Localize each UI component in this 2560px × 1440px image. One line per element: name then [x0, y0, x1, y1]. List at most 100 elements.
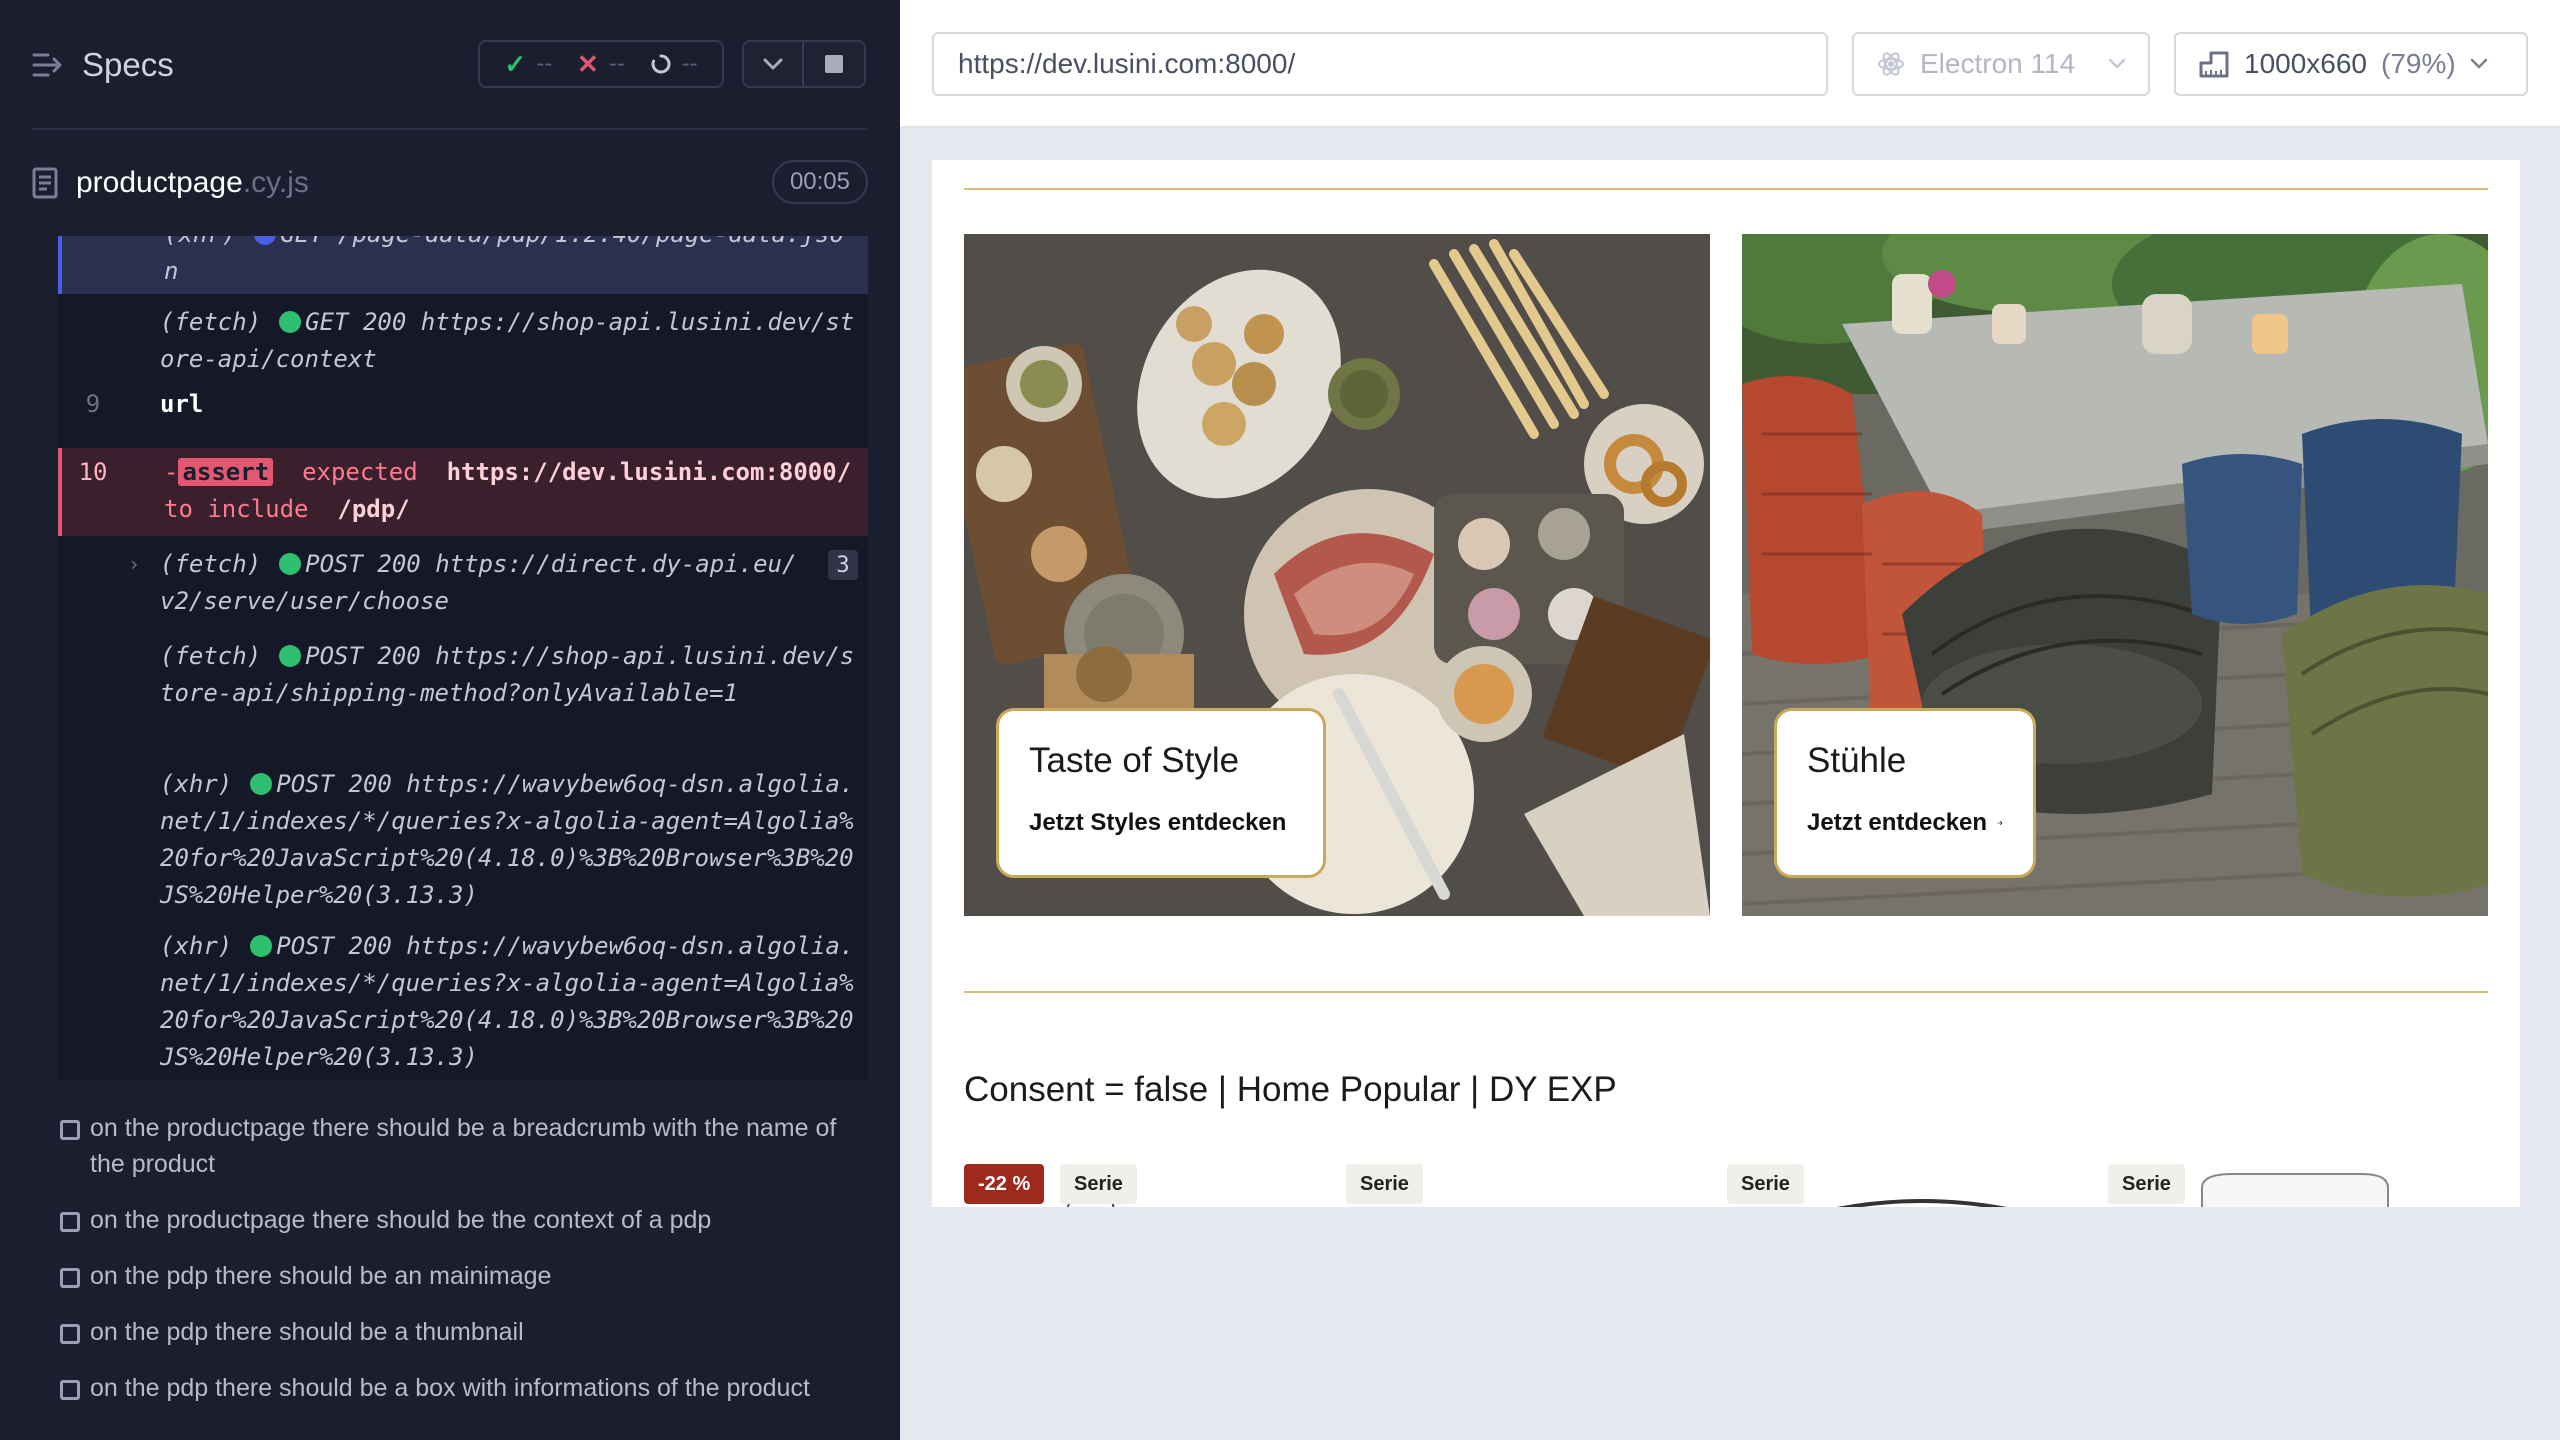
log-method: POST 200 — [305, 642, 421, 670]
command-log-entry[interactable]: (xhr)GET /page-data/pdp/1.2.40/page-data… — [58, 236, 868, 294]
command-name: url — [160, 390, 204, 418]
pending-tests-list: on the productpage there should be a bre… — [58, 1110, 868, 1426]
failed-stat: ✕ -- — [577, 49, 625, 80]
log-method: POST 200 — [305, 550, 421, 578]
assert-value: /pdp/ — [337, 495, 410, 523]
viewport-selector[interactable]: 1000x660 (79%) — [2174, 32, 2528, 96]
assert-url: https://dev.lusini.com:8000/ — [446, 458, 852, 486]
test-item[interactable]: on the pdp there should be an mainimage — [58, 1258, 868, 1294]
status-dot-icon — [254, 236, 277, 245]
section-heading: Consent = false | Home Popular | DY EXP — [964, 1070, 1617, 1109]
command-log-entry[interactable]: (fetch) POST 200 https://shop-api.lusini.… — [58, 638, 868, 758]
document-icon — [32, 167, 58, 199]
tile-cta-label: Jetzt entdecken — [1807, 809, 1988, 836]
browser-selector[interactable]: Electron 114 — [1852, 32, 2150, 96]
pending-stat: -- — [650, 50, 698, 78]
viewport-ruler-icon — [2199, 51, 2229, 78]
status-dot-icon — [250, 773, 273, 795]
log-method: POST 200 — [276, 770, 392, 798]
pending-test-icon — [60, 1268, 80, 1288]
x-icon: ✕ — [577, 48, 599, 79]
specs-header: Specs ✓ -- ✕ -- -- — [0, 0, 900, 130]
passed-count: -- — [536, 50, 553, 77]
tile-card[interactable]: Taste of Style Jetzt Styles entdecken — [996, 708, 1326, 878]
specs-list-icon — [32, 53, 62, 77]
tile-card[interactable]: Stühle Jetzt entdecken — [1774, 708, 2036, 878]
log-method: POST 200 — [276, 932, 392, 960]
chevron-down-icon — [2470, 58, 2487, 69]
specs-toggle[interactable]: Specs — [32, 46, 174, 84]
log-prefix: (xhr) — [164, 236, 236, 248]
stop-button[interactable] — [804, 40, 866, 88]
serie-badge: Serie — [1060, 1164, 1137, 1204]
line-number: 10 — [78, 458, 108, 486]
command-log-entry[interactable]: (fetch) GET 200 https://shop-api.lusini.d… — [58, 304, 868, 384]
test-item[interactable]: on the productpage there should be a bre… — [58, 1110, 868, 1182]
log-url: https://shop-api.lusini.dev/store-api/co… — [160, 308, 855, 373]
assert-to-include: to include — [164, 495, 309, 523]
product-image — [1837, 1199, 2007, 1207]
product-image — [2201, 1173, 2389, 1207]
pending-test-icon — [60, 1212, 80, 1232]
test-item[interactable]: on the productpage there should be the c… — [58, 1202, 868, 1238]
url-bar[interactable] — [932, 32, 1828, 96]
pending-spinner-icon — [651, 54, 671, 74]
test-stats: ✓ -- ✕ -- -- — [478, 40, 724, 88]
check-icon: ✓ — [504, 48, 527, 79]
log-prefix: (xhr) — [160, 770, 233, 798]
pending-count: -- — [681, 50, 698, 77]
specs-title: Specs — [82, 46, 174, 83]
command-log-entry[interactable]: (xhr) POST 200 https://wavybew6oq-dsn.alg… — [58, 766, 868, 922]
test-item[interactable]: on the pdp there should be a box with in… — [58, 1370, 868, 1406]
tile-cta-link[interactable]: Jetzt entdecken — [1807, 809, 2003, 837]
line-number: 9 — [85, 390, 101, 418]
sale-badge: -22 % — [964, 1164, 1045, 1204]
test-item[interactable]: on the pdp there should be a thumbnail — [58, 1314, 868, 1350]
failed-count: -- — [608, 50, 625, 77]
tile-title: Taste of Style — [1029, 741, 1240, 780]
tile-title: Stühle — [1807, 741, 1907, 780]
stop-icon — [825, 55, 843, 73]
spec-file-ext: .cy.js — [242, 166, 309, 199]
log-prefix: (xhr) — [160, 932, 233, 960]
spec-file-header[interactable]: productpage .cy.js 00:05 — [32, 158, 868, 208]
status-dot-icon — [250, 935, 273, 957]
log-prefix: (fetch) — [160, 550, 262, 578]
app-under-test-frame: Taste of Style Jetzt Styles entdecken St… — [932, 160, 2520, 1207]
reporter-panel: Specs ✓ -- ✕ -- -- productpage .cy.js 00… — [0, 0, 900, 1440]
passed-stat: ✓ -- — [504, 49, 552, 80]
viewport-size: 1000x660 — [2244, 48, 2368, 79]
tile-cta-link[interactable]: Jetzt Styles entdecken — [1029, 809, 1293, 837]
status-dot-icon — [279, 645, 302, 667]
duration-badge: 00:05 — [771, 160, 868, 204]
category-tile-stuehle[interactable]: Stühle Jetzt entdecken — [1742, 234, 2488, 916]
serie-badge: Serie — [1346, 1164, 1423, 1204]
collapse-all-button[interactable] — [742, 40, 804, 88]
browser-label: Electron 114 — [1920, 48, 2076, 79]
chevron-down-icon — [2108, 58, 2126, 69]
failed-assertion-entry[interactable]: 10 - assert expected https://dev.lusini.c… — [58, 448, 868, 536]
command-log-entry[interactable]: 9 url — [58, 386, 868, 430]
arrow-right-icon — [1997, 820, 2003, 826]
serie-badge: Serie — [2108, 1164, 2185, 1204]
category-tile-taste-of-style[interactable]: Taste of Style Jetzt Styles entdecken — [964, 234, 1710, 916]
log-prefix: (fetch) — [160, 308, 262, 336]
pending-test-icon — [60, 1380, 80, 1400]
divider — [964, 188, 2488, 190]
tile-cta-label: Jetzt Styles entdecken — [1029, 809, 1287, 836]
request-count-badge: 3 — [828, 550, 858, 580]
command-log-entry[interactable]: › (fetch) POST 200 https://direct.dy-api.… — [58, 546, 868, 628]
test-title: on the productpage there should be a bre… — [90, 1114, 837, 1178]
test-title: on the pdp there should be an mainimage — [90, 1262, 552, 1290]
chevron-right-icon[interactable]: › — [128, 546, 140, 583]
command-log-entry[interactable]: (xhr) POST 200 https://wavybew6oq-dsn.alg… — [58, 928, 868, 1080]
assert-chip: assert — [178, 458, 274, 486]
divider — [964, 991, 2488, 993]
test-title: on the pdp there should be a box with in… — [90, 1374, 810, 1402]
spec-file-name: productpage — [76, 166, 243, 199]
assert-expected: expected — [302, 458, 418, 486]
command-log: (xhr)GET /page-data/pdp/1.2.40/page-data… — [58, 236, 868, 1080]
chevron-down-icon — [763, 58, 783, 70]
divider — [32, 128, 868, 130]
log-prefix: (fetch) — [160, 642, 262, 670]
